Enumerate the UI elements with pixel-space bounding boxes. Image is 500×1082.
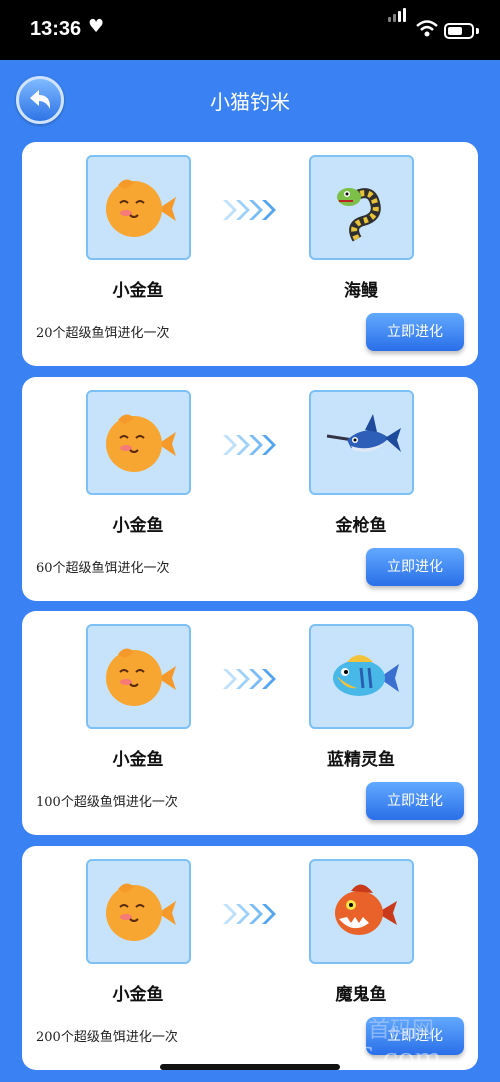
goldfish-icon xyxy=(106,414,176,472)
target-fish-box xyxy=(309,390,414,495)
source-fish-name: 小金鱼 xyxy=(112,985,164,1005)
piranha-icon xyxy=(335,884,397,935)
source-fish-box xyxy=(86,859,191,964)
evolve-arrows-icon xyxy=(223,200,276,220)
source-fish-name: 小金鱼 xyxy=(112,281,164,301)
evolve-arrows-icon xyxy=(223,435,276,455)
blue-fish-icon xyxy=(333,655,399,696)
watermark-url: ht.bbs6666.com xyxy=(224,1040,442,1077)
goldfish-icon xyxy=(106,179,176,237)
evolve-arrows-icon xyxy=(223,904,276,924)
header: 小猫钓米 xyxy=(0,60,500,138)
status-bar: 13:36 ♥ xyxy=(0,0,500,60)
target-fish-name: 蓝精灵鱼 xyxy=(327,750,395,770)
evolution-card: 小金鱼 金枪鱼 60个超级鱼饵进化一次 立即进化 xyxy=(22,377,478,601)
target-fish-box xyxy=(309,859,414,964)
source-fish-box xyxy=(86,155,191,260)
source-fish-box xyxy=(86,390,191,495)
evolve-cost: 100个超级鱼饵进化一次 xyxy=(36,795,178,810)
page-title: 小猫钓米 xyxy=(210,90,290,114)
evolve-cost: 60个超级鱼饵进化一次 xyxy=(36,561,170,576)
source-fish-name: 小金鱼 xyxy=(112,516,164,536)
evolve-button[interactable]: 立即进化 xyxy=(366,782,464,820)
source-fish-name: 小金鱼 xyxy=(112,750,164,770)
target-fish-name: 金枪鱼 xyxy=(335,516,387,536)
battery-icon xyxy=(444,23,474,39)
swordfish-icon xyxy=(326,414,401,452)
goldfish-icon xyxy=(106,648,176,706)
evolution-card: 小金鱼 海鳗 20个超级鱼饵进化一次 立即进化 xyxy=(22,142,478,366)
home-indicator[interactable] xyxy=(160,1064,340,1070)
target-fish-box xyxy=(309,155,414,260)
evolve-cost: 20个超级鱼饵进化一次 xyxy=(36,326,170,341)
eel-icon xyxy=(337,188,381,242)
source-fish-box xyxy=(86,624,191,729)
target-fish-box xyxy=(309,624,414,729)
heart-icon: ♥ xyxy=(88,16,105,37)
evolve-button[interactable]: 立即进化 xyxy=(366,313,464,351)
wifi-icon xyxy=(416,20,438,37)
goldfish-icon xyxy=(106,883,176,941)
evolution-card: 小金鱼 蓝精灵鱼 100个超级鱼饵进化一次 立即进化 xyxy=(22,611,478,835)
status-time: 13:36 xyxy=(30,18,82,40)
evolve-button[interactable]: 立即进化 xyxy=(366,548,464,586)
evolve-arrows-icon xyxy=(223,669,276,689)
evolve-cost: 200个超级鱼饵进化一次 xyxy=(36,1030,178,1045)
target-fish-name: 海鳗 xyxy=(344,281,378,301)
